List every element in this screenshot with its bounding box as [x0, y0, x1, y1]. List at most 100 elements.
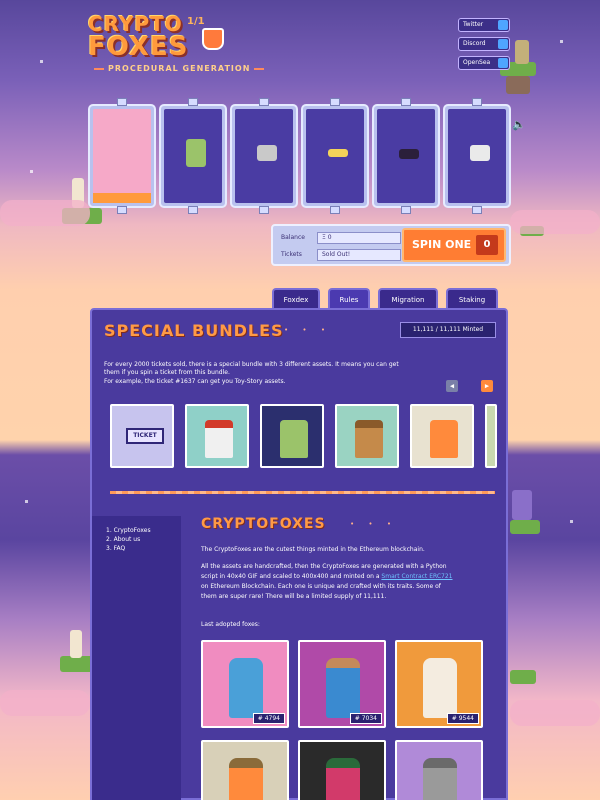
tab-foxdex[interactable]: Foxdex — [272, 288, 320, 310]
logo[interactable]: CRYPTO FOXES — [88, 14, 228, 60]
bundle-card[interactable] — [485, 404, 497, 468]
fox-card[interactable]: # 4794 — [201, 640, 289, 728]
discord-icon — [498, 39, 508, 49]
fox-figure — [423, 658, 457, 718]
reel-pin — [330, 206, 340, 214]
fox-card[interactable] — [395, 740, 483, 800]
discord-label: Discord — [463, 40, 486, 47]
about-p2-line1: All the assets are handcrafted, then the… — [201, 563, 447, 570]
reel-window — [448, 109, 506, 203]
fox-figure — [229, 658, 263, 718]
star-decoration — [570, 520, 573, 523]
eyes-asset — [328, 149, 348, 157]
adopted-label: Last adopted foxes: — [201, 621, 260, 628]
about-p2-line4: them are super rare! There will be a lim… — [201, 593, 387, 600]
hat-asset — [257, 145, 277, 161]
fox-figure — [423, 758, 457, 800]
cloud-decoration — [0, 690, 90, 716]
bundles-desc-line3: For example, the ticket #1637 can get yo… — [104, 378, 286, 385]
reel-window — [377, 109, 435, 203]
opensea-icon — [498, 58, 508, 68]
fox-card[interactable] — [201, 740, 289, 800]
star-decoration — [560, 40, 563, 43]
title-dots: • • • — [350, 520, 397, 528]
fox-card[interactable]: # 9544 — [395, 640, 483, 728]
fox-id-badge: # 7034 — [349, 713, 382, 724]
title-dots: • • • — [284, 326, 331, 334]
speaker-icon[interactable]: 🔈 — [512, 118, 526, 131]
bundle-card[interactable] — [260, 404, 324, 468]
about-p2-line2: script in 40x40 GIF and scaled to 400x40… — [201, 572, 453, 582]
about-p2-line2-text: script in 40x40 GIF and scaled to 400x40… — [201, 573, 382, 580]
carousel-next-button[interactable]: ▶ — [481, 380, 493, 392]
cryptofoxes-title: CRYPTOFOXES — [201, 516, 326, 532]
carousel-prev-button[interactable]: ◀ — [446, 380, 458, 392]
opensea-button[interactable]: OpenSea — [458, 56, 510, 70]
reel-pin — [472, 206, 482, 214]
fox-figure — [430, 420, 458, 458]
reel-pin — [117, 206, 127, 214]
about-p2-line3: on Ethereum Blockchain. Each one is uniq… — [201, 583, 441, 590]
tab-migration[interactable]: Migration — [378, 288, 438, 310]
bundle-card[interactable] — [410, 404, 474, 468]
fox-mascot-icon — [202, 28, 224, 50]
reel-fox-body — [159, 98, 227, 214]
reel-window — [164, 109, 222, 203]
star-decoration — [25, 500, 28, 503]
sidebar-item-cryptofoxes[interactable]: 1. CryptoFoxes — [106, 527, 151, 534]
smart-contract-link[interactable]: Smart Contract ERC721 — [381, 573, 452, 580]
mouth-asset — [399, 149, 419, 159]
bundle-card[interactable] — [335, 404, 399, 468]
ticket-icon: TICKET — [126, 428, 164, 444]
reel-hat — [230, 98, 298, 214]
bundle-ticket-card[interactable]: TICKET — [110, 404, 174, 468]
reel-pin — [259, 98, 269, 106]
about-intro: The CryptoFoxes are the cutest things mi… — [201, 546, 425, 553]
floating-island — [510, 670, 536, 684]
sidebar-item-faq[interactable]: 3. FAQ — [106, 545, 125, 552]
reel-pin — [188, 206, 198, 214]
bundle-card[interactable] — [185, 404, 249, 468]
reel-window — [93, 109, 151, 203]
reel-pin — [259, 206, 269, 214]
balance-label: Balance — [281, 234, 305, 241]
balance-field: Ξ 0 — [317, 232, 401, 244]
fox-figure — [355, 420, 383, 458]
spin-one-button[interactable]: SPIN ONE 0 — [402, 228, 506, 262]
fox-card[interactable]: # 7034 — [298, 640, 386, 728]
reel-background — [88, 98, 156, 214]
fox-figure — [205, 420, 233, 458]
section-divider — [110, 491, 495, 494]
tab-rules[interactable]: Rules — [328, 288, 370, 310]
reel-pin — [401, 98, 411, 106]
star-decoration — [40, 60, 43, 63]
sidebar-item-about-us[interactable]: 2. About us — [106, 536, 140, 543]
spin-one-label: SPIN ONE — [412, 238, 472, 251]
floating-island — [510, 520, 540, 534]
lighthouse-decoration — [70, 630, 82, 658]
minted-counter: 11,111 / 11,111 Minted — [400, 322, 496, 338]
reel-pin — [117, 98, 127, 106]
tagline: PROCEDURAL GENERATION — [90, 64, 268, 73]
twitter-button[interactable]: Twitter — [458, 18, 510, 32]
fox-card[interactable] — [298, 740, 386, 800]
fox-body-asset — [186, 139, 206, 167]
reel-eyes — [301, 98, 369, 214]
opensea-label: OpenSea — [463, 59, 491, 66]
accessory-asset — [470, 145, 490, 161]
fox-figure — [326, 758, 360, 800]
edition-label: 1/1 — [187, 16, 205, 27]
reel-window — [235, 109, 293, 203]
fox-id-badge: # 9544 — [446, 713, 479, 724]
reel-window — [306, 109, 364, 203]
tab-staking[interactable]: Staking — [446, 288, 498, 310]
cloud-decoration — [510, 700, 600, 726]
fox-id-badge: # 4794 — [252, 713, 285, 724]
reel-mouth — [372, 98, 440, 214]
reel-pin — [401, 206, 411, 214]
star-decoration — [30, 170, 33, 173]
discord-button[interactable]: Discord — [458, 37, 510, 51]
reel-pin — [188, 98, 198, 106]
cloud-decoration — [0, 200, 90, 226]
sidebar — [92, 516, 181, 800]
